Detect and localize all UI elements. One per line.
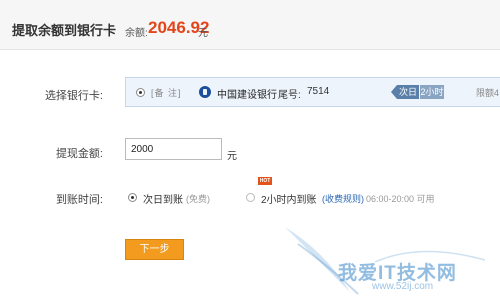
arrival-label: 到账时间: bbox=[55, 194, 103, 206]
watermark-url: www.52ij.com bbox=[372, 281, 434, 292]
bank-name: 中国建设银行 bbox=[217, 90, 277, 101]
badge-next-day: 次日 bbox=[397, 85, 419, 99]
amount-input[interactable] bbox=[125, 138, 222, 160]
balance-label: 余额: bbox=[125, 28, 148, 39]
arrival-two-hours-window: 06:00-20:00 可用 bbox=[366, 194, 435, 204]
arrival-two-hours-radio[interactable] bbox=[246, 193, 255, 202]
ccb-logo-icon bbox=[199, 86, 211, 98]
badge-two-hours: 2小时 bbox=[420, 85, 444, 99]
arrival-badge: 次日 2小时 bbox=[391, 85, 446, 99]
amount-label: 提现金额: bbox=[55, 148, 103, 160]
arrival-next-day-label[interactable]: 次日到账 bbox=[143, 191, 183, 206]
bank-card-label: 选择银行卡: bbox=[44, 90, 103, 102]
balance-unit: 元 bbox=[198, 28, 208, 39]
tail-label: 尾号: bbox=[278, 90, 301, 101]
arrival-next-day-fee: (免费) bbox=[186, 194, 210, 204]
tail-number: 7514 bbox=[307, 86, 330, 97]
amount-unit: 元 bbox=[227, 151, 237, 162]
bank-card-radio[interactable] bbox=[136, 88, 145, 97]
next-step-button[interactable]: 下一步 bbox=[125, 239, 184, 260]
page-title: 提取余额到银行卡 bbox=[12, 23, 117, 38]
page-header: 提取余额到银行卡 余额: 2046.92 元 bbox=[0, 0, 500, 50]
arrival-two-hours-label[interactable]: 2小时内到账 bbox=[261, 191, 317, 206]
note-tag[interactable]: [备 注] bbox=[151, 86, 182, 99]
bank-card-option[interactable]: [备 注] 中国建设银行 尾号: 7514 次日 2小时 限额4 bbox=[125, 77, 500, 107]
arrival-next-day-radio[interactable] bbox=[128, 193, 137, 202]
fee-rules-link[interactable]: (收费规则) bbox=[322, 192, 364, 205]
hot-badge: HOT bbox=[258, 177, 272, 185]
limit-text: 限额4 bbox=[476, 88, 500, 98]
